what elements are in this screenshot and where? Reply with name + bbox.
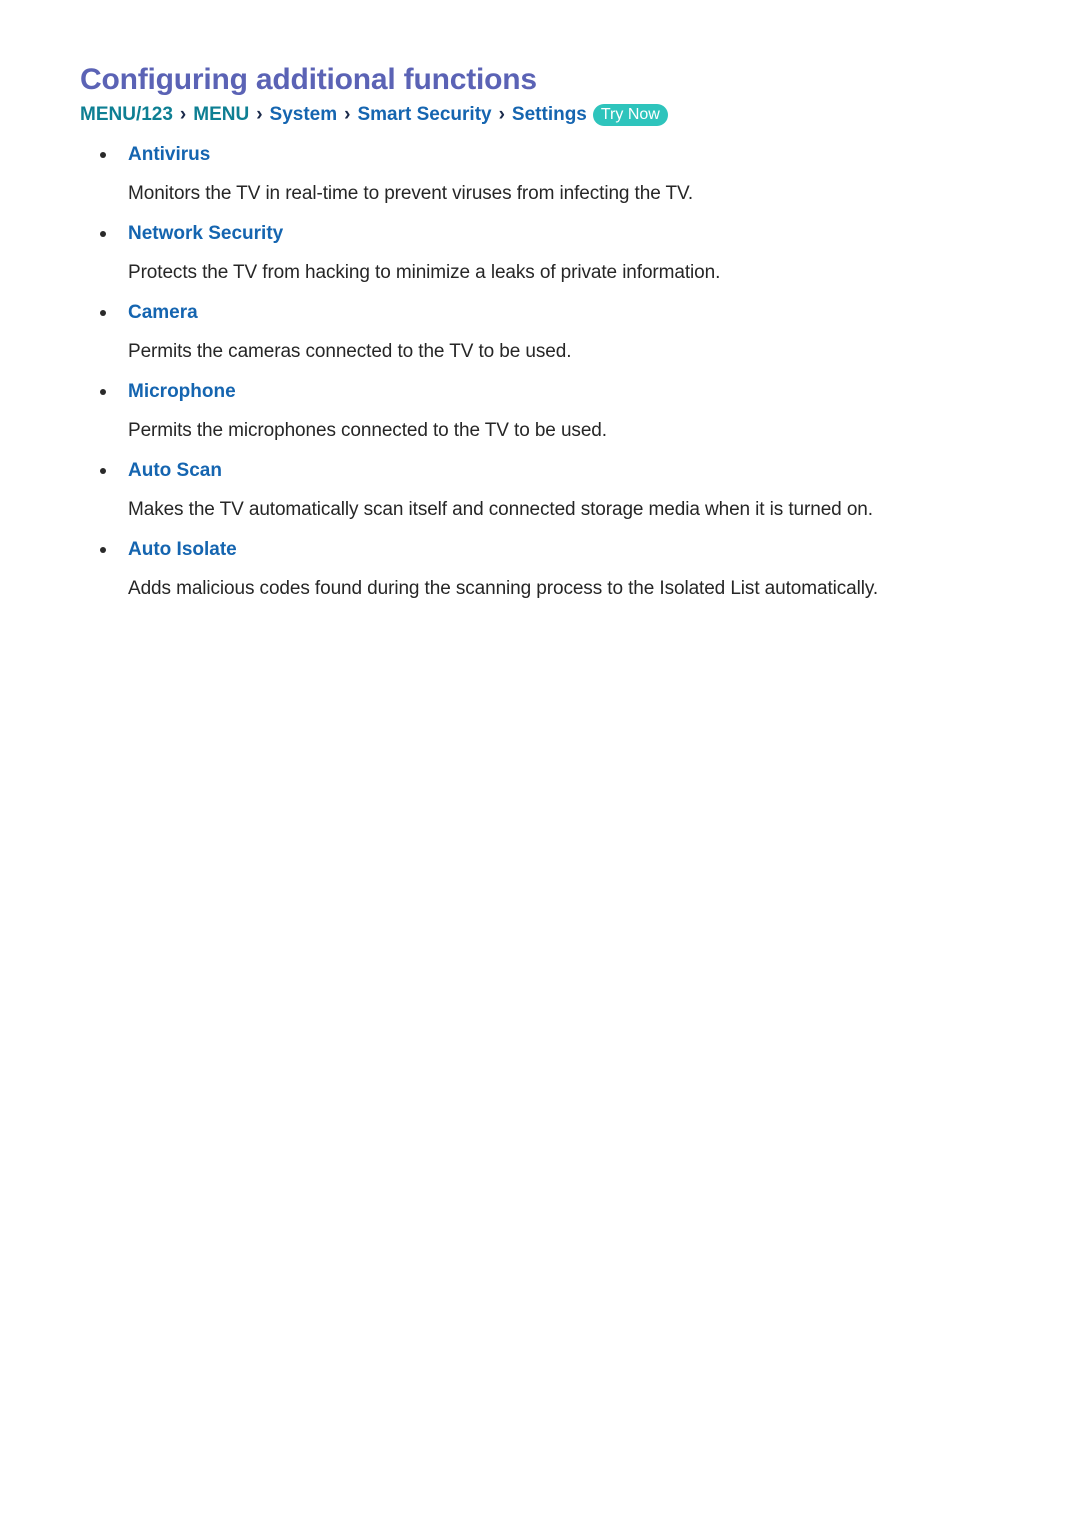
page-title: Configuring additional functions bbox=[80, 63, 537, 96]
section-heading-auto-scan: Auto Scan bbox=[80, 459, 1000, 483]
section-heading-label: Network Security bbox=[128, 223, 284, 244]
list-item: Auto Scan Makes the TV automatically sca… bbox=[80, 459, 1000, 523]
bullet-dot-icon bbox=[100, 152, 106, 158]
section-description: Monitors the TV in real-time to prevent … bbox=[128, 183, 694, 204]
bullet-dot-icon bbox=[100, 547, 106, 553]
bullet-dot-icon bbox=[100, 389, 106, 395]
chevron-right-icon: › bbox=[344, 104, 351, 125]
breadcrumb: MENU/123 › MENU › System › Smart Securit… bbox=[80, 102, 1000, 128]
bullet-dot-icon bbox=[100, 231, 106, 237]
chevron-right-icon: › bbox=[256, 104, 263, 125]
list-item: Microphone Permits the microphones conne… bbox=[80, 380, 1000, 444]
bullet-dot-icon bbox=[100, 468, 106, 474]
feature-list: Antivirus Monitors the TV in real-time t… bbox=[80, 143, 1000, 602]
section-heading-label: Auto Scan bbox=[128, 460, 222, 481]
section-heading-label: Camera bbox=[128, 302, 198, 323]
section-heading-camera: Camera bbox=[80, 301, 1000, 325]
chevron-right-icon: › bbox=[179, 104, 187, 125]
breadcrumb-item-menu123[interactable]: MENU/123 bbox=[80, 102, 173, 128]
section-heading-antivirus: Antivirus bbox=[80, 143, 1000, 167]
section-description: Adds malicious codes found during the sc… bbox=[128, 578, 879, 599]
section-heading-auto-isolate: Auto Isolate bbox=[80, 538, 1000, 562]
section-heading-microphone: Microphone bbox=[80, 380, 1000, 404]
breadcrumb-item-settings[interactable]: Settings bbox=[512, 102, 587, 128]
list-item: Auto Isolate Adds malicious codes found … bbox=[80, 538, 1000, 602]
section-heading-network-security: Network Security bbox=[80, 222, 1000, 246]
chevron-right-icon: › bbox=[498, 104, 505, 125]
section-heading-label: Antivirus bbox=[128, 144, 211, 165]
list-item: Camera Permits the cameras connected to … bbox=[80, 301, 1000, 365]
section-heading-label: Microphone bbox=[128, 381, 236, 402]
try-now-badge[interactable]: Try Now bbox=[592, 104, 668, 126]
breadcrumb-item-menu[interactable]: MENU bbox=[193, 102, 249, 128]
section-description: Protects the TV from hacking to minimize… bbox=[128, 262, 721, 283]
section-heading-label: Auto Isolate bbox=[128, 539, 237, 560]
list-item: Antivirus Monitors the TV in real-time t… bbox=[80, 143, 1000, 207]
section-description: Permits the microphones connected to the… bbox=[128, 420, 607, 441]
section-description: Makes the TV automatically scan itself a… bbox=[128, 499, 873, 520]
bullet-dot-icon bbox=[100, 310, 106, 316]
section-description: Permits the cameras connected to the TV … bbox=[128, 341, 572, 362]
breadcrumb-item-smart-security[interactable]: Smart Security bbox=[357, 102, 491, 128]
content-column: Configuring additional functions MENU/12… bbox=[80, 62, 1000, 602]
breadcrumb-item-system[interactable]: System bbox=[270, 102, 338, 128]
list-item: Network Security Protects the TV from ha… bbox=[80, 222, 1000, 286]
document-page: Configuring additional functions MENU/12… bbox=[0, 0, 1080, 1527]
